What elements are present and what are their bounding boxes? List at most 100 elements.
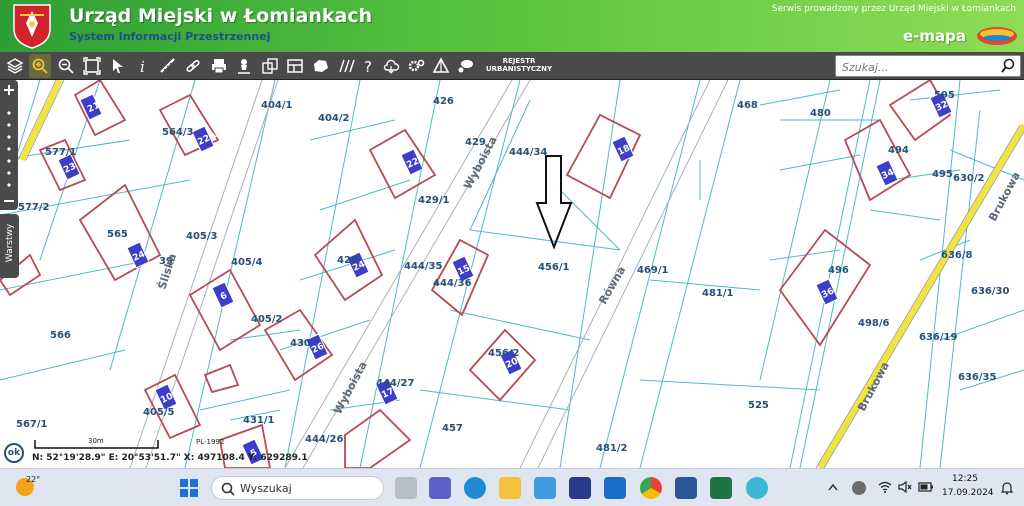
parcel-label: 444/27 [376,378,414,389]
file-explorer-icon[interactable] [499,477,521,499]
settings-icon[interactable] [405,54,427,78]
chrome-icon[interactable] [640,477,662,499]
comment-icon[interactable] [455,54,477,78]
search-input[interactable] [842,59,992,75]
help-icon[interactable]: ? [358,54,380,78]
copy-icon[interactable] [259,54,281,78]
parcel-label: 428 [337,255,358,266]
parcel-label: 495 [932,169,953,180]
page-subtitle: System Informacji Przestrzennej [69,30,271,43]
measure-icon[interactable] [157,54,179,78]
tray-app-icon[interactable] [852,481,866,495]
parcel-label: 636/30 [971,286,1009,297]
registry-label-1: REJESTR [502,57,536,65]
windows-start-icon[interactable] [180,479,198,497]
volume-muted-icon[interactable] [898,481,912,493]
taskbar-search-text: Wyszukaj [240,482,292,495]
street-name: Brukowa [855,360,892,414]
full-extent-icon[interactable] [81,54,103,78]
service-operator-text: Serwis prowadzony przez Urząd Miejski w … [771,4,1016,14]
parcel-label: 595 [934,90,955,101]
zoom-control [0,80,18,210]
word-icon[interactable] [675,477,697,499]
clock-date[interactable]: 17.09.2024 [942,488,994,498]
zoom-out-tool-icon[interactable] [55,54,77,78]
link-icon[interactable] [182,54,204,78]
parcel-label: 405/3 [186,231,218,242]
zoom-in-button[interactable] [4,85,14,95]
emapa-logo[interactable] [976,26,1018,46]
parcel-label: 480 [810,108,831,119]
search-box[interactable] [835,55,1021,77]
notification-bell-icon[interactable] [1000,481,1014,495]
edge-icon[interactable] [464,477,486,499]
parcel-label: 564/3 [162,127,194,138]
urban-registry-button[interactable]: REJESTR URBANISTYCZNY [484,57,554,77]
parcel-label: 469/1 [637,265,669,276]
task-view-icon[interactable] [395,477,417,499]
parcel-label: 430 [290,338,311,349]
battery-icon[interactable] [918,481,934,493]
layers-icon[interactable] [4,54,26,78]
scale-label: 30m [88,437,104,445]
parcel-label: 444/34 [509,147,547,158]
outlook-icon[interactable] [604,477,626,499]
search-icon[interactable] [1000,58,1016,74]
city-crest-logo[interactable] [12,3,52,49]
street-name: Wyboista [331,359,370,416]
cursor-coordinates: N: 52°19'28.9" E: 20°53'51.7" X: 497108.… [32,453,308,463]
parcel-label: 496 [828,265,849,276]
parcel-label: 565 [107,229,128,240]
wifi-icon[interactable] [878,481,892,493]
registry-label-2: URBANISTYCZNY [485,65,553,73]
chevron-up-icon[interactable] [828,483,838,491]
app-icon-2[interactable] [746,477,768,499]
parcel-label: 444/36 [433,278,471,289]
parcel-label: 405/5 [143,407,175,418]
app-icon[interactable] [569,477,591,499]
page-title: Urząd Miejski w Łomiankach [69,5,373,27]
store-icon[interactable] [534,477,556,499]
info-icon[interactable]: i [132,54,154,78]
excel-icon[interactable] [710,477,732,499]
parcel-label: 577/2 [18,202,50,213]
parcel-label: 405/4 [231,257,263,268]
cloud-icon[interactable] [380,54,402,78]
layout-icon[interactable] [284,54,306,78]
coordinate-system[interactable]: PL-1992 [196,438,224,446]
pointer-icon[interactable] [107,54,129,78]
parcel-label: 577/1 [45,147,77,158]
parcel-label: 456/1 [538,262,570,273]
parcel-label: 431/1 [243,415,275,426]
parcel-label: 426 [433,96,454,107]
zoom-in-tool-icon[interactable] [29,54,51,78]
parcel-label: 567/1 [16,419,48,430]
street-name: Równa [596,264,628,306]
cadastral-map[interactable]: 21 22A 23 22 18 32 34 24 6 24 15 26 20 3… [0,80,1024,468]
zoom-slider[interactable] [7,111,11,187]
parcel-label: 566 [50,330,71,341]
map-canvas[interactable]: 21 22A 23 22 18 32 34 24 6 24 15 26 20 3… [0,80,1024,468]
weather-temperature: 22° [26,475,41,484]
area-icon[interactable] [310,54,332,78]
triangle-icon[interactable] [430,54,452,78]
parcel-label: 429/1 [418,195,450,206]
parcel-label: 456/2 [488,348,520,359]
parcel-label: 457 [442,423,463,434]
parcel-label: 404/2 [318,113,350,124]
site-header: Urząd Miejski w Łomiankach System Inform… [0,0,1024,52]
parcel-label: 481/1 [702,288,734,299]
parcel-label: 405/2 [251,314,283,325]
clock-time[interactable]: 12:25 [942,474,988,484]
teams-icon[interactable] [429,477,451,499]
parcel-label: 468 [737,100,758,111]
hatch-icon[interactable] [335,54,357,78]
parcel-label: 636/35 [958,372,996,383]
parcel-label: 498/6 [858,318,890,329]
print-icon[interactable] [208,54,230,78]
locate-icon[interactable] [233,54,255,78]
taskbar-search[interactable]: Wyszukaj [211,476,384,500]
parcel-label: 630/2 [953,173,985,184]
layers-panel-tab[interactable]: Warstwy [0,214,19,278]
ok-button[interactable]: ok [4,443,24,463]
